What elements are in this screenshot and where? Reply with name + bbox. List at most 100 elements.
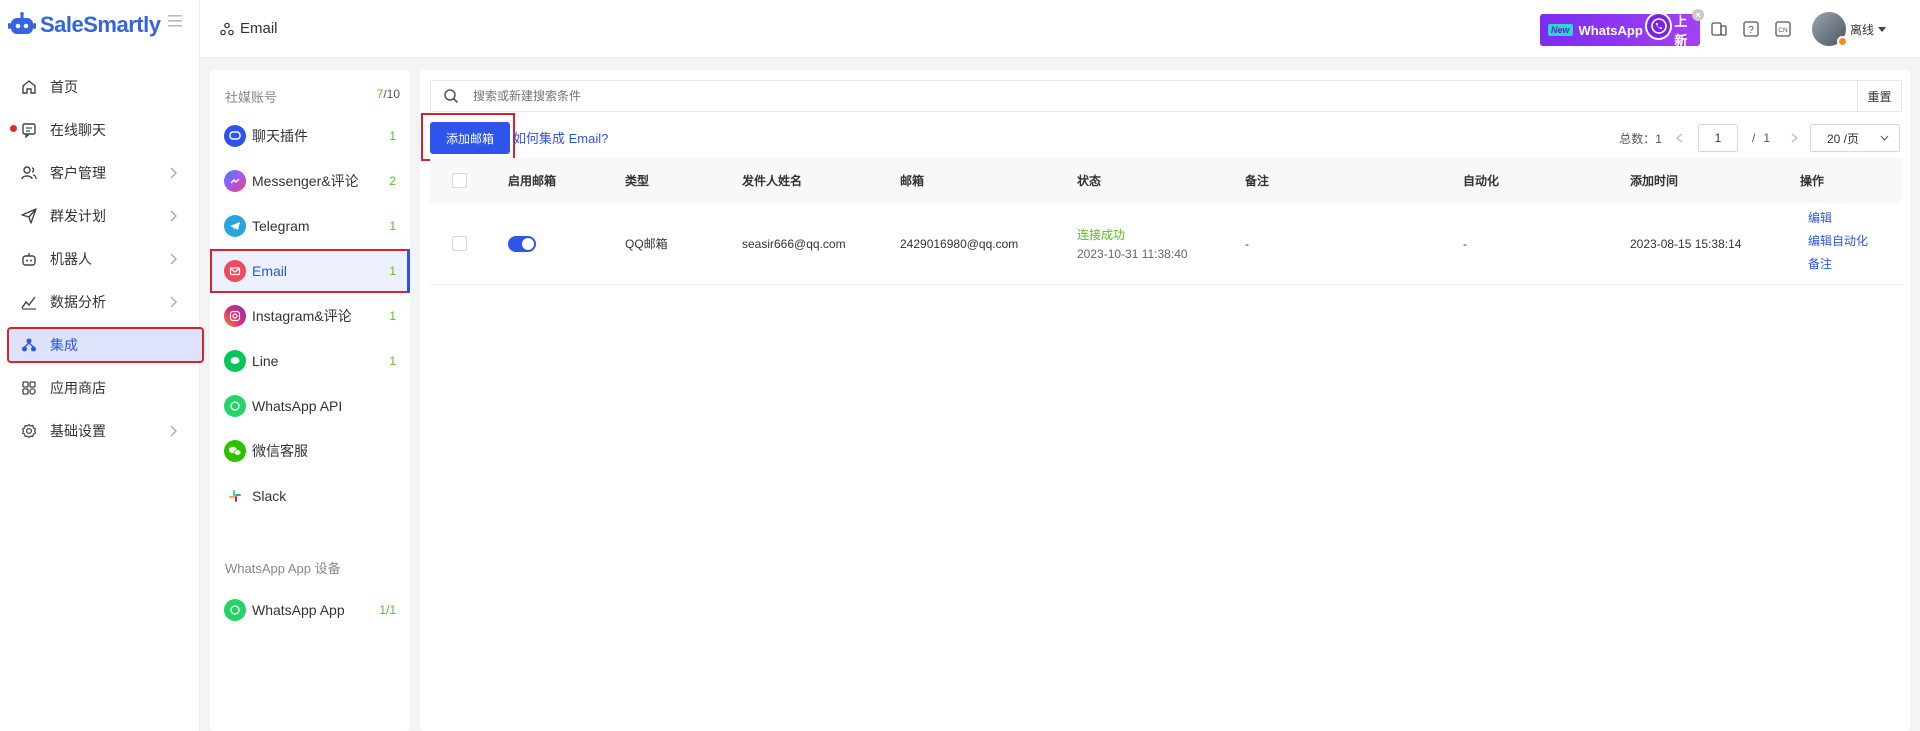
channel-count: 1 bbox=[389, 309, 396, 323]
main-nav: 首页 在线聊天 客户管理 群发计划 机器人 数据分析 集成 应用商店 基础设置 bbox=[7, 70, 204, 457]
nav-item-home[interactable]: 首页 bbox=[8, 70, 203, 104]
main-content: 重置 添加邮箱 如何集成 Email? 总数：1 1 / 1 20 /页 启用邮… bbox=[420, 70, 1910, 731]
channel-count-total: /10 bbox=[383, 87, 400, 101]
device-section-title: WhatsApp App 设备 bbox=[225, 561, 341, 576]
page-size-value: 20 /页 bbox=[1827, 131, 1860, 146]
table-header: 启用邮箱 类型 发件人姓名 邮箱 状态 备注 自动化 添加时间 操作 bbox=[430, 158, 1902, 203]
whatsapp-app-icon bbox=[224, 599, 246, 621]
user-status-label: 离线 bbox=[1850, 22, 1875, 37]
nav-item-settings[interactable]: 基础设置 bbox=[8, 414, 203, 448]
help-icon[interactable]: ? bbox=[1742, 20, 1760, 38]
channel-label: Telegram bbox=[252, 218, 310, 234]
select-all-checkbox[interactable] bbox=[452, 173, 467, 188]
channel-count: 1 bbox=[389, 129, 396, 143]
channel-item-wechat[interactable]: 微信客服 bbox=[210, 429, 410, 473]
channel-item-chat-plugin[interactable]: 聊天插件 1 bbox=[210, 114, 410, 158]
channel-item-telegram[interactable]: Telegram 1 bbox=[210, 204, 410, 248]
devices-icon[interactable] bbox=[1710, 20, 1728, 38]
slack-icon bbox=[224, 485, 246, 507]
line-icon bbox=[224, 350, 246, 372]
nav-item-analytics[interactable]: 数据分析 bbox=[8, 285, 203, 319]
channel-label: WhatsApp App bbox=[252, 602, 345, 618]
search-input[interactable] bbox=[473, 89, 1773, 103]
chevron-left-icon[interactable] bbox=[1668, 131, 1692, 145]
nav-label: 群发计划 bbox=[50, 208, 106, 224]
channel-count: 7/10 bbox=[377, 87, 400, 101]
note-cell: - bbox=[1245, 236, 1249, 251]
robot-icon bbox=[20, 250, 38, 268]
search-bar[interactable]: 重置 bbox=[430, 80, 1902, 112]
channel-count: 1/1 bbox=[379, 603, 396, 617]
channel-label: Line bbox=[252, 353, 279, 369]
nav-label: 基础设置 bbox=[50, 423, 106, 439]
nav-item-robot[interactable]: 机器人 bbox=[8, 242, 203, 276]
chat-icon bbox=[20, 121, 38, 139]
nav-label: 在线聊天 bbox=[50, 122, 106, 138]
channel-label: Slack bbox=[252, 488, 287, 504]
status-dot bbox=[1837, 36, 1848, 47]
column-header: 启用邮箱 bbox=[508, 174, 557, 188]
home-icon bbox=[20, 78, 38, 96]
note-link[interactable]: 备注 bbox=[1808, 255, 1868, 272]
nav-item-broadcast[interactable]: 群发计划 bbox=[8, 199, 203, 233]
chevron-down-icon bbox=[1880, 135, 1889, 141]
channel-panel: 社媒账号 7/10 聊天插件 1 Messenger&评论 2 Telegram… bbox=[210, 70, 410, 731]
close-banner-icon[interactable]: × bbox=[1692, 9, 1704, 21]
mailbox-type: QQ邮箱 bbox=[625, 237, 668, 251]
channel-count: 1 bbox=[389, 354, 396, 368]
whatsapp-icon bbox=[1644, 12, 1673, 40]
nav-item-integration[interactable]: 集成 bbox=[7, 327, 204, 363]
channel-section-header: 社媒账号 7/10 bbox=[225, 87, 400, 106]
user-menu[interactable]: 离线 bbox=[1812, 12, 1887, 47]
edit-automation-link[interactable]: 编辑自动化 bbox=[1808, 232, 1868, 249]
nav-item-customers[interactable]: 客户管理 bbox=[8, 156, 203, 190]
row-actions: 编辑 编辑自动化 备注 bbox=[1808, 209, 1868, 278]
chevron-right-icon[interactable] bbox=[1770, 131, 1810, 145]
logo[interactable]: SaleSmartly bbox=[8, 10, 161, 40]
automation-cell: - bbox=[1463, 236, 1467, 251]
nav-item-live-chat[interactable]: 在线聊天 bbox=[8, 113, 203, 147]
svg-text:?: ? bbox=[1748, 25, 1754, 36]
channel-item-whatsapp-api[interactable]: WhatsApp API bbox=[210, 384, 410, 428]
channel-item-slack[interactable]: Slack bbox=[210, 474, 410, 518]
channel-item-messenger[interactable]: Messenger&评论 2 bbox=[210, 159, 410, 203]
unread-dot bbox=[10, 125, 17, 132]
column-header: 类型 bbox=[625, 174, 650, 188]
messenger-icon bbox=[224, 170, 246, 192]
channel-item-whatsapp-app[interactable]: WhatsApp App 1/1 bbox=[210, 588, 410, 632]
channel-label: Email bbox=[252, 263, 288, 279]
instagram-icon bbox=[224, 305, 246, 327]
search-icon bbox=[444, 89, 459, 104]
enable-mailbox-toggle[interactable] bbox=[508, 235, 536, 252]
sidebar: SaleSmartly 首页 在线聊天 客户管理 群发计划 机器人 数据分析 集… bbox=[0, 0, 204, 731]
send-icon bbox=[20, 207, 38, 225]
nav-label: 机器人 bbox=[50, 251, 92, 267]
page-total: 1 bbox=[1763, 131, 1770, 145]
edit-link[interactable]: 编辑 bbox=[1808, 209, 1868, 226]
chevron-right-icon bbox=[170, 210, 177, 222]
reset-button[interactable]: 重置 bbox=[1857, 81, 1901, 111]
added-time: 2023-08-15 15:38:14 bbox=[1630, 236, 1742, 251]
chevron-right-icon bbox=[170, 167, 177, 179]
whatsapp-new-banner[interactable]: New WhatsApp 上新 × bbox=[1540, 9, 1704, 48]
wechat-icon bbox=[224, 440, 246, 462]
page-size-select[interactable]: 20 /页 bbox=[1810, 124, 1900, 152]
row-checkbox[interactable] bbox=[452, 236, 467, 251]
nav-item-app-store[interactable]: 应用商店 bbox=[8, 371, 203, 405]
column-header: 状态 bbox=[1077, 174, 1102, 188]
channel-section-title: 社媒账号 bbox=[225, 90, 278, 105]
column-header: 邮箱 bbox=[900, 174, 925, 188]
add-mailbox-button[interactable]: 添加邮箱 bbox=[430, 122, 510, 154]
channel-item-email[interactable]: Email 1 bbox=[210, 249, 410, 293]
help-link[interactable]: 如何集成 Email? bbox=[513, 128, 608, 147]
channel-item-line[interactable]: Line 1 bbox=[210, 339, 410, 383]
chevron-right-icon bbox=[170, 296, 177, 308]
menu-collapse-icon[interactable] bbox=[168, 15, 182, 27]
integration-icon bbox=[20, 336, 38, 354]
channel-item-instagram[interactable]: Instagram&评论 1 bbox=[210, 294, 410, 338]
telegram-icon bbox=[224, 215, 246, 237]
settings-icon bbox=[20, 422, 38, 440]
language-icon[interactable]: CN bbox=[1774, 20, 1792, 38]
column-header: 自动化 bbox=[1463, 174, 1500, 188]
page-input[interactable]: 1 bbox=[1697, 124, 1738, 152]
